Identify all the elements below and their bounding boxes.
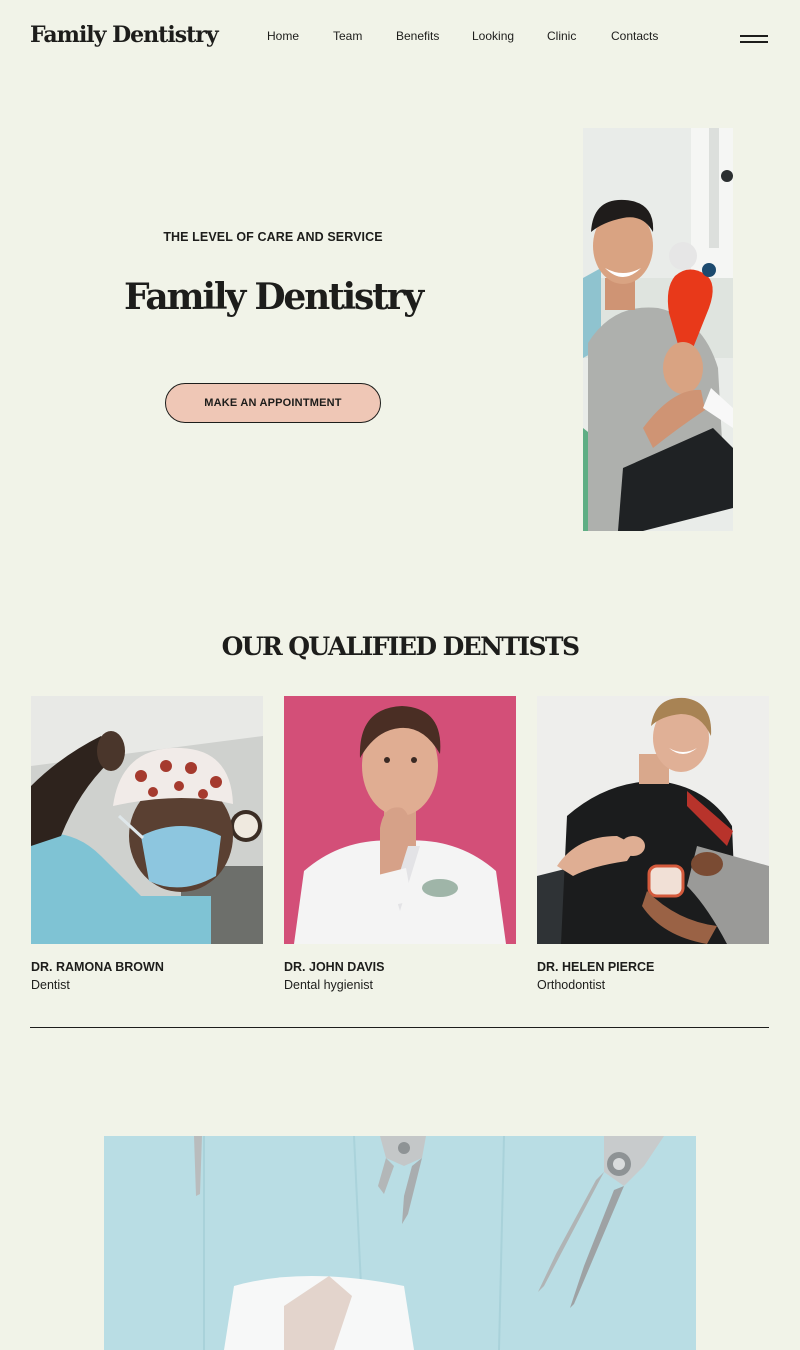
- dental-pliers-illustration: [104, 1136, 696, 1350]
- team-heading: OUR QUALIFIED DENTISTS: [221, 632, 580, 661]
- hero-eyebrow: THE LEVEL OF CARE AND SERVICE: [163, 230, 383, 244]
- nav-item-benefits[interactable]: Benefits: [396, 29, 439, 43]
- team-member-name: DR. JOHN DAVIS: [284, 960, 385, 974]
- nav-item-home[interactable]: Home: [267, 29, 299, 43]
- nav-item-looking[interactable]: Looking: [472, 29, 514, 43]
- hamburger-menu-icon[interactable]: [740, 34, 768, 44]
- menu-line: [740, 41, 768, 43]
- hero-patient-photo: [583, 128, 733, 531]
- hygienist-portrait-illustration: [284, 696, 516, 944]
- team-member-role: Orthodontist: [537, 978, 606, 992]
- section-divider: [30, 1027, 769, 1028]
- team-photo-ramona-brown: [31, 696, 263, 944]
- nav-item-clinic[interactable]: Clinic: [547, 29, 576, 43]
- team-member-name: DR. HELEN PIERCE: [537, 960, 655, 974]
- hero-title: Family Dentistry: [124, 276, 424, 318]
- site-header: Family Dentistry Home Team Benefits Look…: [0, 0, 800, 76]
- menu-line: [740, 35, 768, 37]
- nav-item-contacts[interactable]: Contacts: [611, 29, 658, 43]
- dentist-in-mask-illustration: [31, 696, 263, 944]
- team-member-name: DR. RAMONA BROWN: [31, 960, 164, 974]
- main-nav: Home Team Benefits Looking Clinic Contac…: [0, 29, 800, 49]
- nav-item-team[interactable]: Team: [333, 29, 362, 43]
- team-card[interactable]: DR. HELEN PIERCE Orthodontist: [537, 696, 769, 992]
- team-photo-helen-pierce: [537, 696, 769, 944]
- team-member-role: Dental hygienist: [284, 978, 373, 992]
- orthodontist-illustration: [537, 696, 769, 944]
- team-card[interactable]: DR. RAMONA BROWN Dentist: [31, 696, 263, 992]
- team-photo-john-davis: [284, 696, 516, 944]
- team-member-role: Dentist: [31, 978, 70, 992]
- patient-illustration: [583, 128, 733, 531]
- team-card[interactable]: DR. JOHN DAVIS Dental hygienist: [284, 696, 516, 992]
- make-appointment-button[interactable]: MAKE AN APPOINTMENT: [165, 383, 381, 423]
- make-appointment-label: MAKE AN APPOINTMENT: [204, 397, 342, 409]
- dental-tools-photo: [104, 1136, 696, 1350]
